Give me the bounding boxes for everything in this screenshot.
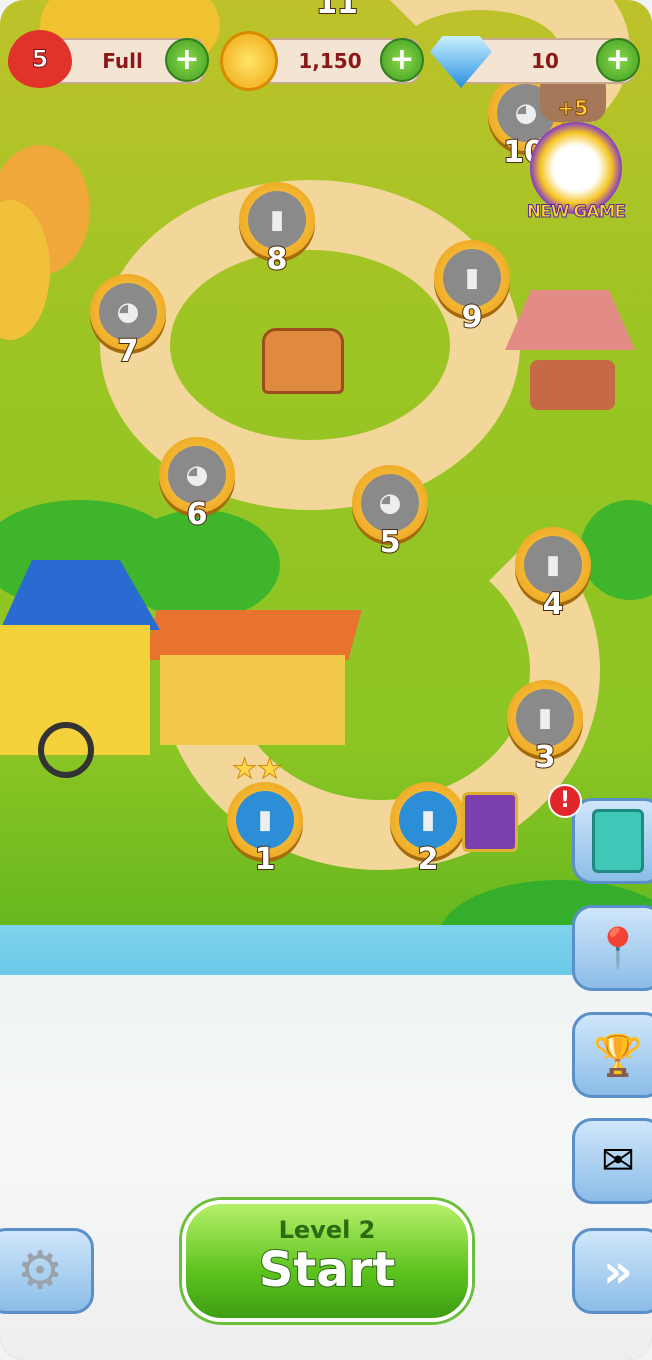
chick-icon: ◕ [361, 474, 419, 532]
player-avatar [462, 792, 518, 852]
level-number: 7 [117, 333, 140, 370]
stars-rating: ★★ [231, 752, 283, 786]
add-coins-button[interactable]: + [380, 38, 424, 82]
barn-roof [143, 610, 362, 660]
level-number: 11 [315, 0, 359, 22]
mail-icon: ✉ [601, 1138, 635, 1184]
alert-badge: ! [548, 784, 582, 818]
lives-count: 5 [31, 45, 49, 74]
lives-status: Full [102, 49, 143, 73]
start-label: Start [258, 1242, 397, 1298]
level-number: 5 [379, 524, 402, 561]
well-roof [505, 290, 635, 350]
level-number: 8 [266, 241, 289, 278]
bottle-icon: ▮ [236, 791, 294, 849]
gems-count: 10 [531, 49, 559, 73]
new-game-label[interactable]: NEW GAME [515, 202, 637, 223]
settings-button[interactable]: ⚙ [0, 1228, 94, 1314]
trophy-icon: 🏆 [593, 1032, 643, 1079]
add-lives-button[interactable]: + [165, 38, 209, 82]
treasure-chest[interactable] [262, 328, 344, 394]
map-pin-icon: 📍 [593, 925, 643, 972]
map-button[interactable]: 📍 [572, 905, 652, 991]
leaderboard-button[interactable]: 🏆 [572, 1012, 652, 1098]
level-number: 2 [417, 841, 440, 878]
level-number: 4 [542, 586, 565, 623]
level-number: 6 [186, 496, 209, 533]
bottle-icon: ▮ [443, 249, 501, 307]
chick-icon: ◕ [168, 446, 226, 504]
gear-icon: ⚙ [16, 1241, 64, 1301]
bottle-icon: ▮ [248, 191, 306, 249]
bottle-icon: ▮ [524, 536, 582, 594]
add-gems-button[interactable]: + [596, 38, 640, 82]
heart-icon: 5 [8, 30, 72, 88]
bottle-icon: ▮ [516, 689, 574, 747]
new-game-icon[interactable] [530, 122, 622, 214]
game-map: ▮ 1 ★★ ▮ 2 ▮ 3 ▮ 4 ◕ 5 ◕ 6 ◕ 7 ▮ 8 ▮ 9 ◕… [0, 0, 652, 1360]
barn [160, 655, 345, 745]
well [530, 360, 615, 410]
level-number: 1 [254, 841, 277, 878]
coin-icon [220, 31, 278, 91]
bottle-icon: ▮ [399, 791, 457, 849]
wardrobe-button[interactable] [572, 798, 652, 884]
coins-count: 1,150 [298, 49, 362, 73]
level-label: Level 2 [278, 1216, 376, 1244]
cart-wheel [38, 722, 94, 778]
wardrobe-icon [592, 809, 644, 873]
level-number: 3 [534, 739, 557, 776]
next-button[interactable]: » [572, 1228, 652, 1314]
mail-button[interactable]: ✉ [572, 1118, 652, 1204]
double-chevron-right-icon: » [603, 1244, 633, 1298]
bush [580, 500, 652, 600]
start-button[interactable]: Level 2 Start [182, 1200, 472, 1322]
chick-icon: ◕ [99, 283, 157, 341]
level-number: 9 [461, 299, 484, 336]
